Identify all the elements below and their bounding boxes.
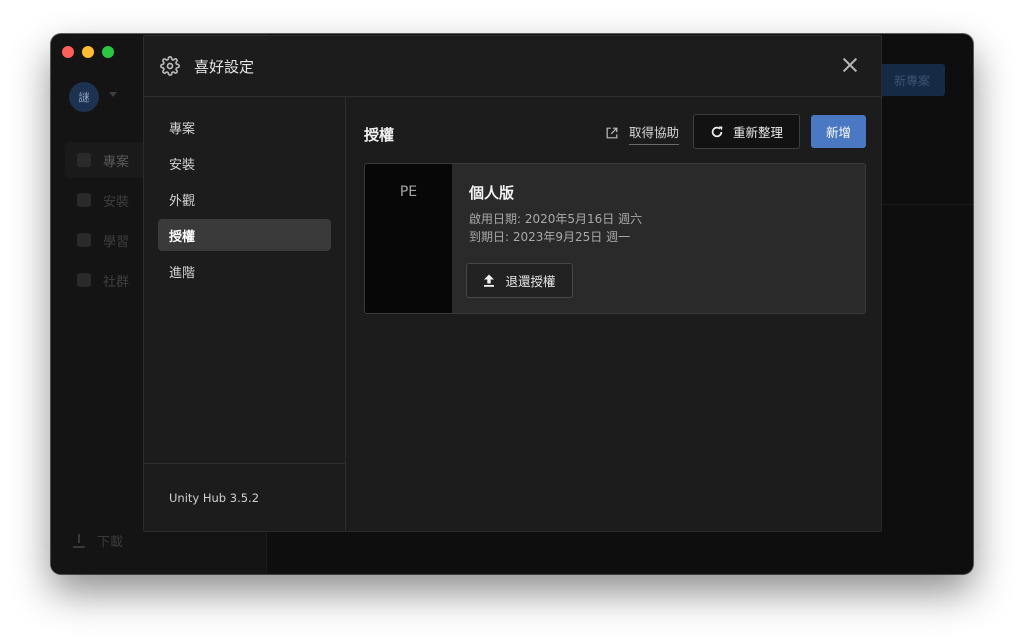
chevron-down-icon xyxy=(109,92,117,97)
external-link-icon xyxy=(606,127,618,139)
license-activated-date: 啟用日期: 2020年5月16日 週六 xyxy=(469,212,643,226)
license-name: 個人版 xyxy=(469,184,515,202)
avatar: 謎 xyxy=(69,82,99,112)
people-icon xyxy=(77,273,91,287)
sidebar-item-installs[interactable]: 安裝 xyxy=(158,147,331,179)
cube-icon xyxy=(77,153,91,167)
return-license-button[interactable]: 退還授權 xyxy=(466,263,573,298)
dialog-header: 喜好設定 xyxy=(144,36,881,97)
preferences-dialog: 喜好設定 專案 安裝 外觀 授權 進階 Unity Hub 3.5.2 授權 取… xyxy=(143,35,882,532)
close-icon[interactable] xyxy=(839,54,861,76)
page-title: 授權 xyxy=(364,126,395,144)
window-controls xyxy=(62,46,114,58)
gear-icon xyxy=(160,56,180,76)
lock-icon xyxy=(77,193,91,207)
download-icon xyxy=(73,533,85,548)
sidebar-item-appearance[interactable]: 外觀 xyxy=(158,183,331,215)
licenses-panel: 授權 取得協助 重新整理 新增 PE 個人版 啟用日期: 2020年5月16日 … xyxy=(347,97,881,531)
minimize-window-button[interactable] xyxy=(82,46,94,58)
sidebar-item-projects[interactable]: 專案 xyxy=(158,111,331,143)
bg-downloads: 下載 xyxy=(73,531,123,550)
version-label: Unity Hub 3.5.2 xyxy=(144,463,345,531)
dialog-title: 喜好設定 xyxy=(194,57,255,76)
zoom-window-button[interactable] xyxy=(102,46,114,58)
app-window: 謎 專案 安裝 學習 社群 下載 新專案 喜好設定 專案 安裝 外觀 授權 進階… xyxy=(51,34,973,574)
license-card: PE 個人版 啟用日期: 2020年5月16日 週六 到期日: 2023年9月2… xyxy=(364,163,866,314)
license-expiry-date: 到期日: 2023年9月25日 週一 xyxy=(469,230,631,244)
close-window-button[interactable] xyxy=(62,46,74,58)
sidebar-item-advanced[interactable]: 進階 xyxy=(158,255,331,287)
refresh-button[interactable]: 重新整理 xyxy=(693,114,800,149)
add-license-button[interactable]: 新增 xyxy=(811,115,866,148)
preferences-sidebar: 專案 安裝 外觀 授權 進階 Unity Hub 3.5.2 xyxy=(144,97,346,531)
graduation-cap-icon xyxy=(77,233,91,247)
bg-new-project-button: 新專案 xyxy=(879,64,945,96)
license-badge: PE xyxy=(365,164,452,313)
sidebar-item-licenses[interactable]: 授權 xyxy=(158,219,331,251)
upload-icon xyxy=(484,274,495,287)
get-help-link[interactable]: 取得協助 xyxy=(605,121,680,145)
refresh-icon xyxy=(711,125,723,137)
